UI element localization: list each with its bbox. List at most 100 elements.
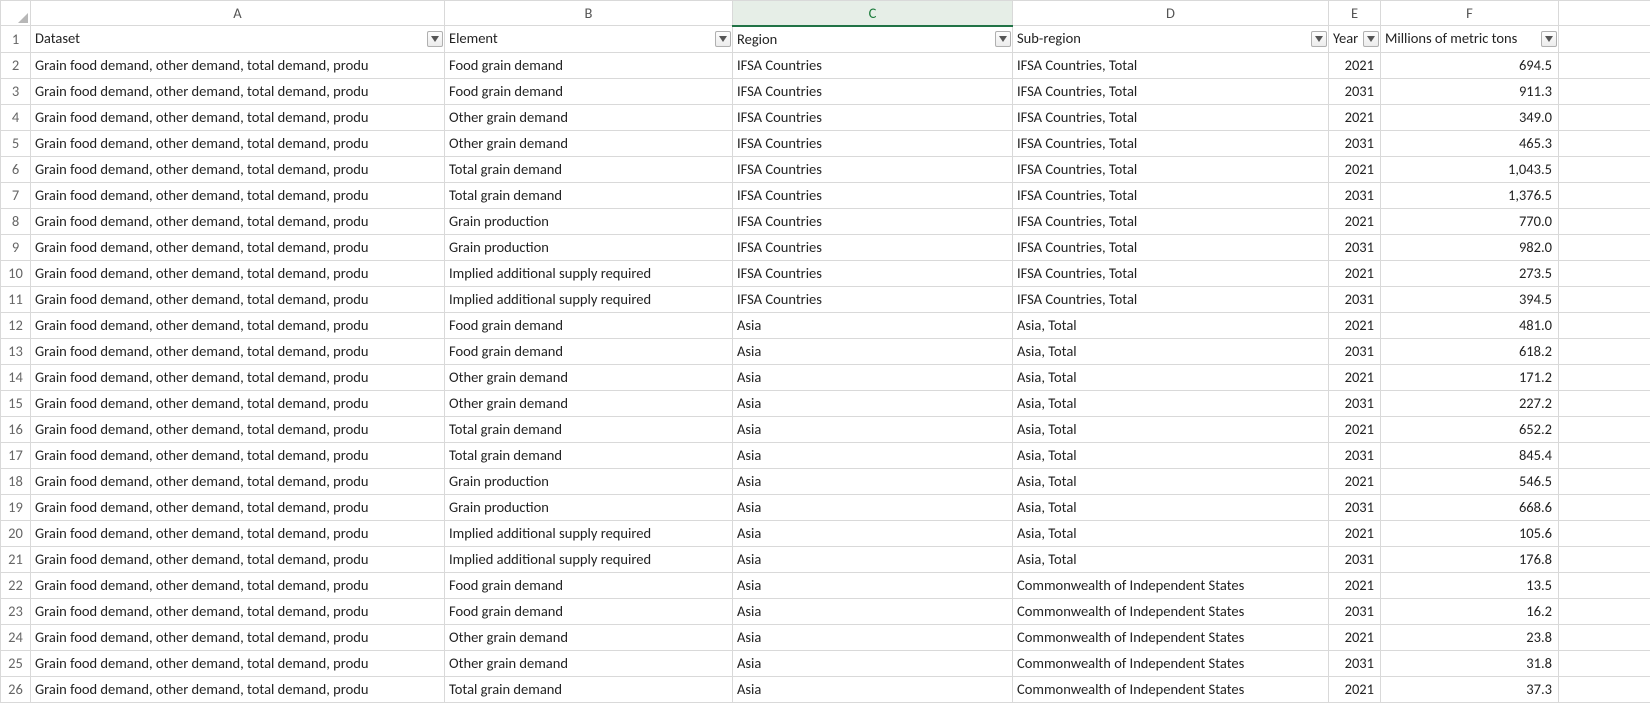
cell-subregion[interactable]: IFSA Countries, Total: [1013, 286, 1329, 312]
cell-subregion[interactable]: Commonwealth of Independent States: [1013, 572, 1329, 598]
cell-dataset[interactable]: Grain food demand, other demand, total d…: [31, 416, 445, 442]
cell-region[interactable]: Asia: [733, 338, 1013, 364]
cell-region[interactable]: IFSA Countries: [733, 52, 1013, 78]
row-header[interactable]: 8: [1, 208, 31, 234]
cell-element[interactable]: Implied additional supply required: [445, 546, 733, 572]
cell-dataset[interactable]: Grain food demand, other demand, total d…: [31, 130, 445, 156]
cell-element[interactable]: Food grain demand: [445, 52, 733, 78]
row-header[interactable]: 14: [1, 364, 31, 390]
cell-region[interactable]: Asia: [733, 442, 1013, 468]
filter-dropdown-icon[interactable]: [715, 31, 731, 47]
cell-subregion[interactable]: Commonwealth of Independent States: [1013, 598, 1329, 624]
row-header[interactable]: 3: [1, 78, 31, 104]
cell-empty[interactable]: [1559, 182, 1650, 208]
cell-value[interactable]: 1,043.5: [1381, 156, 1559, 182]
cell-region[interactable]: Asia: [733, 312, 1013, 338]
cell-subregion[interactable]: IFSA Countries, Total: [1013, 130, 1329, 156]
row-header[interactable]: 11: [1, 286, 31, 312]
cell-empty[interactable]: [1559, 312, 1650, 338]
cell-region[interactable]: IFSA Countries: [733, 156, 1013, 182]
header-cell-F[interactable]: Millions of metric tons: [1381, 26, 1559, 53]
cell-year[interactable]: 2031: [1329, 442, 1381, 468]
cell-dataset[interactable]: Grain food demand, other demand, total d…: [31, 182, 445, 208]
row-header[interactable]: 21: [1, 546, 31, 572]
cell-element[interactable]: Total grain demand: [445, 416, 733, 442]
cell-element[interactable]: Grain production: [445, 208, 733, 234]
cell-empty[interactable]: [1559, 416, 1650, 442]
cell-dataset[interactable]: Grain food demand, other demand, total d…: [31, 364, 445, 390]
cell-value[interactable]: 770.0: [1381, 208, 1559, 234]
cell-empty[interactable]: [1559, 390, 1650, 416]
cell-region[interactable]: Asia: [733, 468, 1013, 494]
cell-empty[interactable]: [1559, 130, 1650, 156]
cell-value[interactable]: 31.8: [1381, 650, 1559, 676]
cell-value[interactable]: 668.6: [1381, 494, 1559, 520]
cell-year[interactable]: 2021: [1329, 260, 1381, 286]
cell-value[interactable]: 465.3: [1381, 130, 1559, 156]
cell-subregion[interactable]: IFSA Countries, Total: [1013, 156, 1329, 182]
cell-value[interactable]: 546.5: [1381, 468, 1559, 494]
cell-year[interactable]: 2031: [1329, 546, 1381, 572]
cell-region[interactable]: IFSA Countries: [733, 208, 1013, 234]
cell-value[interactable]: 694.5: [1381, 52, 1559, 78]
cell-empty[interactable]: [1559, 676, 1650, 702]
cell-subregion[interactable]: Asia, Total: [1013, 468, 1329, 494]
cell-year[interactable]: 2031: [1329, 78, 1381, 104]
cell-subregion[interactable]: Commonwealth of Independent States: [1013, 676, 1329, 702]
cell-region[interactable]: Asia: [733, 546, 1013, 572]
cell-empty[interactable]: [1559, 494, 1650, 520]
cell-element[interactable]: Food grain demand: [445, 78, 733, 104]
cell-dataset[interactable]: Grain food demand, other demand, total d…: [31, 598, 445, 624]
row-header[interactable]: 13: [1, 338, 31, 364]
cell-element[interactable]: Food grain demand: [445, 598, 733, 624]
cell-element[interactable]: Food grain demand: [445, 312, 733, 338]
cell-empty[interactable]: [1559, 26, 1650, 53]
cell-year[interactable]: 2031: [1329, 338, 1381, 364]
cell-empty[interactable]: [1559, 104, 1650, 130]
cell-subregion[interactable]: Asia, Total: [1013, 494, 1329, 520]
cell-element[interactable]: Other grain demand: [445, 650, 733, 676]
row-header[interactable]: 10: [1, 260, 31, 286]
cell-value[interactable]: 37.3: [1381, 676, 1559, 702]
column-header-F[interactable]: F: [1381, 1, 1559, 26]
cell-region[interactable]: Asia: [733, 676, 1013, 702]
cell-region[interactable]: Asia: [733, 598, 1013, 624]
cell-subregion[interactable]: Commonwealth of Independent States: [1013, 624, 1329, 650]
cell-empty[interactable]: [1559, 286, 1650, 312]
header-cell-D[interactable]: Sub-region: [1013, 26, 1329, 53]
cell-dataset[interactable]: Grain food demand, other demand, total d…: [31, 52, 445, 78]
cell-dataset[interactable]: Grain food demand, other demand, total d…: [31, 468, 445, 494]
cell-value[interactable]: 171.2: [1381, 364, 1559, 390]
cell-year[interactable]: 2021: [1329, 156, 1381, 182]
cell-subregion[interactable]: Commonwealth of Independent States: [1013, 650, 1329, 676]
row-header[interactable]: 22: [1, 572, 31, 598]
cell-year[interactable]: 2021: [1329, 416, 1381, 442]
filter-dropdown-icon[interactable]: [995, 31, 1011, 47]
cell-empty[interactable]: [1559, 52, 1650, 78]
cell-region[interactable]: Asia: [733, 416, 1013, 442]
cell-empty[interactable]: [1559, 260, 1650, 286]
row-header[interactable]: 9: [1, 234, 31, 260]
cell-value[interactable]: 23.8: [1381, 624, 1559, 650]
cell-element[interactable]: Total grain demand: [445, 156, 733, 182]
cell-value[interactable]: 349.0: [1381, 104, 1559, 130]
column-header-C[interactable]: C: [733, 1, 1013, 26]
row-header[interactable]: 4: [1, 104, 31, 130]
cell-region[interactable]: IFSA Countries: [733, 104, 1013, 130]
cell-element[interactable]: Other grain demand: [445, 390, 733, 416]
row-header[interactable]: 16: [1, 416, 31, 442]
cell-year[interactable]: 2021: [1329, 624, 1381, 650]
cell-dataset[interactable]: Grain food demand, other demand, total d…: [31, 78, 445, 104]
cell-empty[interactable]: [1559, 520, 1650, 546]
cell-year[interactable]: 2031: [1329, 182, 1381, 208]
header-cell-A[interactable]: Dataset: [31, 26, 445, 53]
cell-empty[interactable]: [1559, 650, 1650, 676]
row-header-1[interactable]: 1: [1, 26, 31, 53]
cell-year[interactable]: 2031: [1329, 234, 1381, 260]
cell-subregion[interactable]: IFSA Countries, Total: [1013, 182, 1329, 208]
cell-value[interactable]: 982.0: [1381, 234, 1559, 260]
cell-year[interactable]: 2031: [1329, 390, 1381, 416]
row-header[interactable]: 2: [1, 52, 31, 78]
cell-empty[interactable]: [1559, 598, 1650, 624]
cell-empty[interactable]: [1559, 442, 1650, 468]
